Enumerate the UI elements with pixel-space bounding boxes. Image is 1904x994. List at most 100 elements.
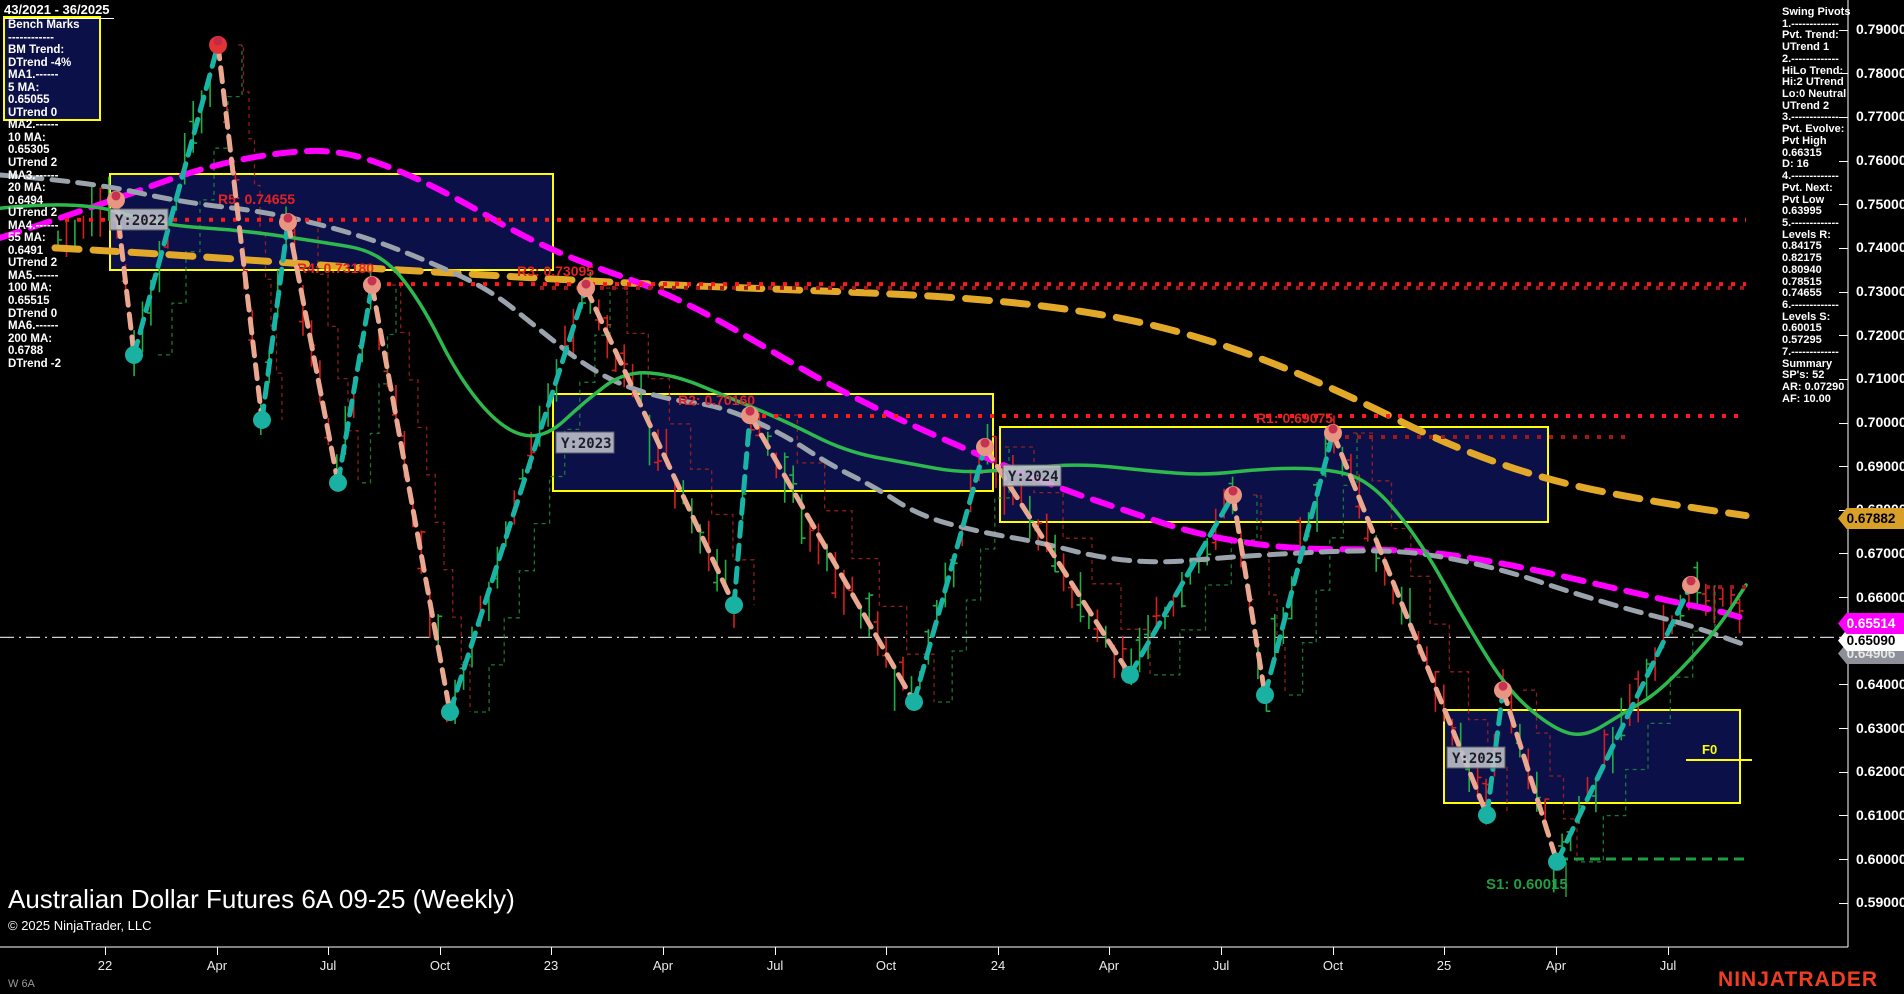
pivot-high-cap: [980, 438, 990, 448]
pivot-leg-up: [335, 282, 375, 486]
time-tick: [663, 947, 664, 955]
time-tick-label: Apr: [206, 958, 228, 973]
pivot-low-marker: [253, 410, 271, 429]
price-tick: [1839, 815, 1848, 817]
time-tick: [1333, 947, 1334, 955]
price-tick-label: 0.76000: [1856, 152, 1904, 169]
pivot-high-cap: [213, 36, 223, 46]
time-tick: [217, 947, 218, 955]
price-tick: [1839, 466, 1848, 468]
time-tick: [328, 947, 329, 955]
price-tick-label: 0.64000: [1856, 675, 1904, 692]
pivot-high-cap: [1228, 486, 1238, 496]
pivot-low-marker: [329, 473, 347, 492]
price-tick-label: 0.73000: [1856, 283, 1904, 300]
trail-step-down: [392, 284, 471, 712]
pivot-high-cap: [1328, 424, 1338, 434]
resistance-label-1: R5: 0.74655: [218, 191, 295, 207]
pivot-low-marker: [441, 703, 459, 722]
pivot-low-marker: [1478, 806, 1496, 825]
time-tick-label: 24: [990, 958, 1006, 973]
year-box-2023: [552, 393, 994, 492]
time-tick: [1109, 947, 1110, 955]
year-chip-label: Y:2022: [115, 213, 166, 229]
time-tick: [551, 947, 552, 955]
year-box-2024: [999, 426, 1549, 523]
pivot-high-cap: [1686, 576, 1696, 586]
chart-title: Australian Dollar Futures 6A 09-25 (Week…: [8, 884, 515, 914]
pivot-high-cap: [367, 276, 377, 286]
price-chart-canvas[interactable]: R5: 0.74655 R4: 0.73180 R3: 0.73095 R2: 0.7…: [0, 0, 1904, 994]
year-chip-label: Y:2023: [561, 436, 612, 452]
copyright-label: © 2025 NinjaTrader, LLC: [8, 918, 152, 933]
price-tick-label: 0.69000: [1856, 457, 1904, 474]
price-tick: [1839, 553, 1848, 555]
pivot-low-marker: [905, 692, 923, 711]
time-tick: [440, 947, 441, 955]
price-tick-label: 0.62000: [1856, 763, 1904, 780]
price-tick-label: 0.72000: [1856, 326, 1904, 343]
pivot-high-cap: [745, 406, 755, 416]
instrument-code-label: W 6A: [8, 978, 35, 990]
pivot-high-cap: [111, 191, 121, 201]
price-tick-label: 0.63000: [1856, 719, 1904, 736]
time-tick-label: Jul: [1212, 958, 1230, 973]
price-marker-tag: 0.67882: [1838, 508, 1904, 529]
price-tick: [1839, 902, 1848, 904]
year-chip-label: Y:2024: [1008, 469, 1059, 485]
time-tick-label: 23: [543, 958, 559, 973]
time-tick-label: Jul: [766, 958, 784, 973]
pivot-leg-up: [447, 285, 589, 715]
price-tick: [1839, 771, 1848, 773]
time-tick: [1444, 947, 1445, 955]
time-tick-label: Oct: [1322, 958, 1344, 973]
price-tick: [1839, 684, 1848, 686]
year-chip-label: Y:2025: [1452, 751, 1503, 767]
time-tick-label: Apr: [1098, 958, 1120, 973]
price-tick: [1839, 422, 1848, 424]
time-tick-label: 25: [1436, 958, 1452, 973]
time-tick-label: 22: [97, 958, 113, 973]
pivot-low-marker: [1121, 665, 1139, 684]
ninjatrader-logo: NINJATRADER: [1718, 968, 1878, 991]
time-tick: [1668, 947, 1669, 955]
time-tick-label: Apr: [652, 958, 674, 973]
time-tick: [105, 947, 106, 955]
price-tick-label: 0.67000: [1856, 544, 1904, 561]
pivot-low-marker: [725, 596, 743, 615]
price-tick-label: 0.77000: [1856, 108, 1904, 125]
price-tick-label: 0.75000: [1856, 195, 1904, 212]
resistance-label-2: R4: 0.73180: [297, 260, 374, 276]
pivot-leg-down: [369, 282, 453, 715]
price-tick-label: 0.60000: [1856, 850, 1904, 867]
pivot-high-cap: [581, 279, 591, 289]
support-label-1: S1: 0.60015: [1486, 876, 1568, 893]
price-tick-label: 0.74000: [1856, 239, 1904, 256]
pivot-high-cap: [283, 213, 293, 223]
swing-pivots-panel: Swing Pivots 1.------------- Pvt. Trend:…: [1782, 6, 1851, 405]
resistance-label-4: R2: 0.70160: [678, 392, 755, 408]
chart-window: R5: 0.74655 R4: 0.73180 R3: 0.73095 R2: 0.7…: [0, 0, 1904, 994]
resistance-label-3: R3: 0.73095: [517, 263, 594, 279]
price-tick: [1839, 859, 1848, 861]
price-tick-label: 0.61000: [1856, 806, 1904, 823]
price-tick: [1839, 728, 1848, 730]
pivot-leg-down: [1230, 492, 1268, 698]
resistance-label-5: R1: 0.69075: [1256, 410, 1333, 426]
forecast-label: F0: [1702, 742, 1717, 757]
time-tick: [1221, 947, 1222, 955]
pivot-low-marker: [1548, 852, 1566, 871]
benchmarks-panel: Bench Marks ------------ BM Trend: DTren…: [8, 19, 80, 370]
time-tick-label: Apr: [1545, 958, 1567, 973]
trail-step-up: [474, 288, 611, 713]
pivot-high-cap: [1498, 681, 1508, 691]
time-tick-label: Jul: [319, 958, 337, 973]
time-tick: [886, 947, 887, 955]
pivot-low-marker: [125, 345, 143, 364]
price-tick-label: 0.78000: [1856, 64, 1904, 81]
date-range-label: 43/2021 - 36/2025: [4, 2, 114, 19]
time-tick: [1556, 947, 1557, 955]
time-tick: [775, 947, 776, 955]
price-tick-label: 0.66000: [1856, 588, 1904, 605]
price-tick: [1839, 597, 1848, 599]
